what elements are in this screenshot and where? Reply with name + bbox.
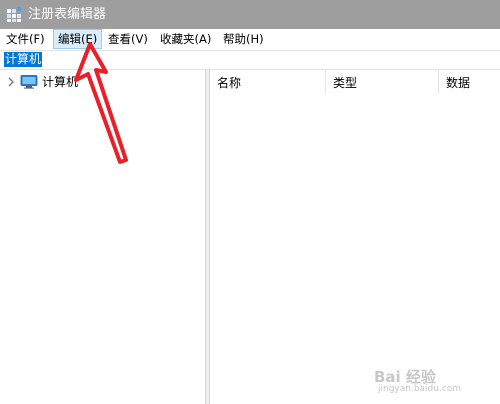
column-header-type[interactable]: 类型 xyxy=(326,70,438,94)
address-path[interactable]: 计算机 xyxy=(4,52,43,67)
title-bar[interactable]: 注册表编辑器 xyxy=(0,0,500,29)
menu-help[interactable]: 帮助(H) xyxy=(219,29,268,49)
menu-file[interactable]: 文件(F) xyxy=(2,29,49,49)
baidu-jingyan-watermark: Bai 经验 jingyan.baidu.com xyxy=(374,366,492,396)
registry-editor-window: 注册表编辑器 文件(F) 编辑(E) 查看(V) 收藏夹(A) 帮助(H) 计算… xyxy=(0,0,500,404)
column-header-data[interactable]: 数据 xyxy=(439,70,500,94)
annotation-arrow-icon xyxy=(74,42,128,164)
column-header-name[interactable]: 名称 xyxy=(210,70,325,94)
registry-editor-icon xyxy=(7,7,21,22)
menu-favorites[interactable]: 收藏夹(A) xyxy=(156,29,215,49)
watermark-site: jingyan.baidu.com xyxy=(378,384,462,394)
values-list-pane[interactable]: 名称 类型 数据 xyxy=(210,70,500,404)
list-header: 名称 类型 数据 xyxy=(210,70,500,94)
chevron-right-icon[interactable] xyxy=(7,76,15,88)
window-title: 注册表编辑器 xyxy=(28,7,107,22)
computer-icon xyxy=(20,75,38,89)
